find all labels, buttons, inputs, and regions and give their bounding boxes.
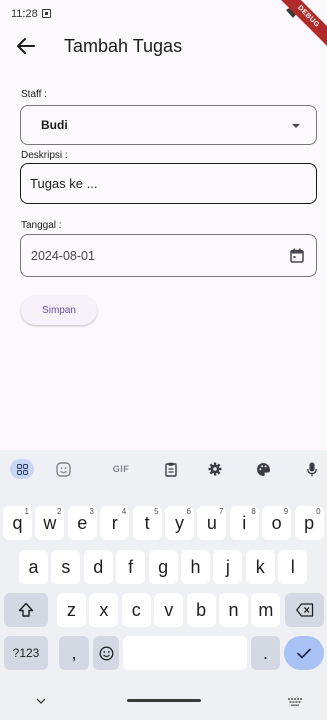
arrow-back-icon — [17, 38, 35, 54]
key-o[interactable]: o9 — [262, 506, 292, 540]
key-number-hint: 5 — [154, 507, 159, 516]
key-number-hint: 6 — [186, 507, 191, 516]
apps-icon[interactable] — [10, 459, 34, 479]
key-number-hint: 7 — [218, 507, 224, 516]
check-icon — [297, 648, 311, 659]
key-letter: e — [77, 513, 88, 533]
key-p[interactable]: p0 — [294, 506, 324, 540]
staff-dropdown[interactable]: Budi — [20, 105, 317, 145]
key-k[interactable]: k — [245, 550, 275, 584]
chevron-down-icon[interactable] — [36, 692, 46, 710]
clipboard-icon[interactable] — [163, 459, 179, 479]
dropdown-arrow-icon — [292, 124, 300, 128]
palette-icon[interactable] — [254, 459, 272, 479]
save-button[interactable]: Simpan — [21, 296, 97, 325]
key-w[interactable]: w2 — [35, 506, 65, 540]
key-letter: w — [43, 513, 57, 533]
key-letter: o — [271, 513, 282, 533]
emoji-key[interactable] — [93, 636, 119, 670]
key-v[interactable]: v — [154, 593, 184, 627]
staff-selected-value: Budi — [41, 118, 68, 132]
emoji-icon — [99, 646, 113, 661]
settings-icon[interactable] — [206, 459, 224, 479]
key-letter: p — [304, 513, 315, 533]
home-gesture-bar[interactable] — [127, 699, 201, 702]
key-e[interactable]: e3 — [67, 506, 97, 540]
space-key[interactable] — [123, 636, 247, 670]
key-f[interactable]: f — [116, 550, 146, 584]
shift-key[interactable] — [4, 593, 48, 627]
key-y[interactable]: y6 — [165, 506, 194, 540]
period-key[interactable]: . — [251, 636, 280, 670]
shift-icon — [18, 602, 34, 617]
key-letter: t — [144, 513, 150, 533]
key-q[interactable]: q1 — [3, 506, 32, 540]
key-x[interactable]: x — [89, 593, 119, 627]
keyboard-toolbar: GIF — [0, 450, 327, 488]
key-number-hint: 9 — [283, 507, 289, 516]
key-c[interactable]: c — [121, 593, 151, 627]
key-s[interactable]: s — [51, 550, 81, 584]
key-a[interactable]: a — [19, 550, 48, 584]
staff-label: Staff : — [21, 89, 47, 100]
key-r[interactable]: r4 — [100, 506, 130, 540]
navigation-bar — [0, 686, 327, 720]
date-value: 2024-08-01 — [31, 249, 95, 263]
key-letter: r — [111, 513, 118, 533]
key-b[interactable]: b — [186, 593, 216, 627]
status-time: 11:28 — [11, 8, 38, 20]
backspace-key[interactable] — [285, 593, 324, 627]
key-letter: u — [206, 513, 217, 533]
key-number-hint: 1 — [24, 507, 29, 516]
page-title: Tambah Tugas — [64, 36, 183, 56]
status-bar: 11:28 DEBUG — [0, 0, 327, 50]
description-label: Deskripsi : — [21, 150, 68, 161]
key-letter: i — [242, 513, 247, 533]
app-bar: Tambah Tugas — [0, 26, 327, 66]
sticker-icon[interactable] — [53, 459, 73, 479]
key-n[interactable]: n — [219, 593, 248, 627]
key-number-hint: 0 — [316, 507, 321, 516]
enter-key[interactable] — [284, 636, 324, 670]
soft-keyboard: GIF q 1 w 2 e 3 r 4 t 5 y 6 u 7 i 8 o 9 … — [0, 450, 327, 720]
key-number-hint: 8 — [251, 507, 256, 516]
key-h[interactable]: h — [181, 550, 210, 584]
key-l[interactable]: l — [278, 550, 308, 584]
key-letter: y — [175, 513, 184, 533]
key-i[interactable]: i8 — [229, 506, 259, 540]
comma-key[interactable]: , — [59, 636, 89, 670]
date-label: Tanggal : — [21, 220, 62, 231]
symbols-key[interactable]: ?123 — [4, 636, 48, 670]
key-u[interactable]: u7 — [197, 506, 227, 540]
key-number-hint: 3 — [89, 507, 94, 516]
mic-icon[interactable] — [305, 459, 319, 479]
key-number-hint: 2 — [56, 507, 62, 516]
key-m[interactable]: m — [251, 593, 281, 627]
key-z[interactable]: z — [57, 593, 86, 627]
key-t[interactable]: t5 — [132, 506, 162, 540]
key-number-hint: 4 — [121, 507, 127, 516]
back-button[interactable] — [14, 34, 38, 58]
calendar-icon[interactable] — [290, 248, 304, 268]
key-j[interactable]: j — [213, 550, 243, 584]
date-field[interactable]: 2024-08-01 — [20, 234, 317, 277]
description-input[interactable]: Tugas ke ... — [30, 176, 300, 191]
notification-icon — [42, 9, 51, 18]
keyboard-switch-icon[interactable] — [288, 694, 302, 712]
key-d[interactable]: d — [83, 550, 113, 584]
backspace-icon — [295, 603, 313, 617]
gif-button[interactable]: GIF — [109, 459, 133, 479]
key-g[interactable]: g — [148, 550, 178, 584]
description-field[interactable]: Tugas ke ... — [20, 163, 317, 204]
key-letter: q — [12, 513, 23, 533]
